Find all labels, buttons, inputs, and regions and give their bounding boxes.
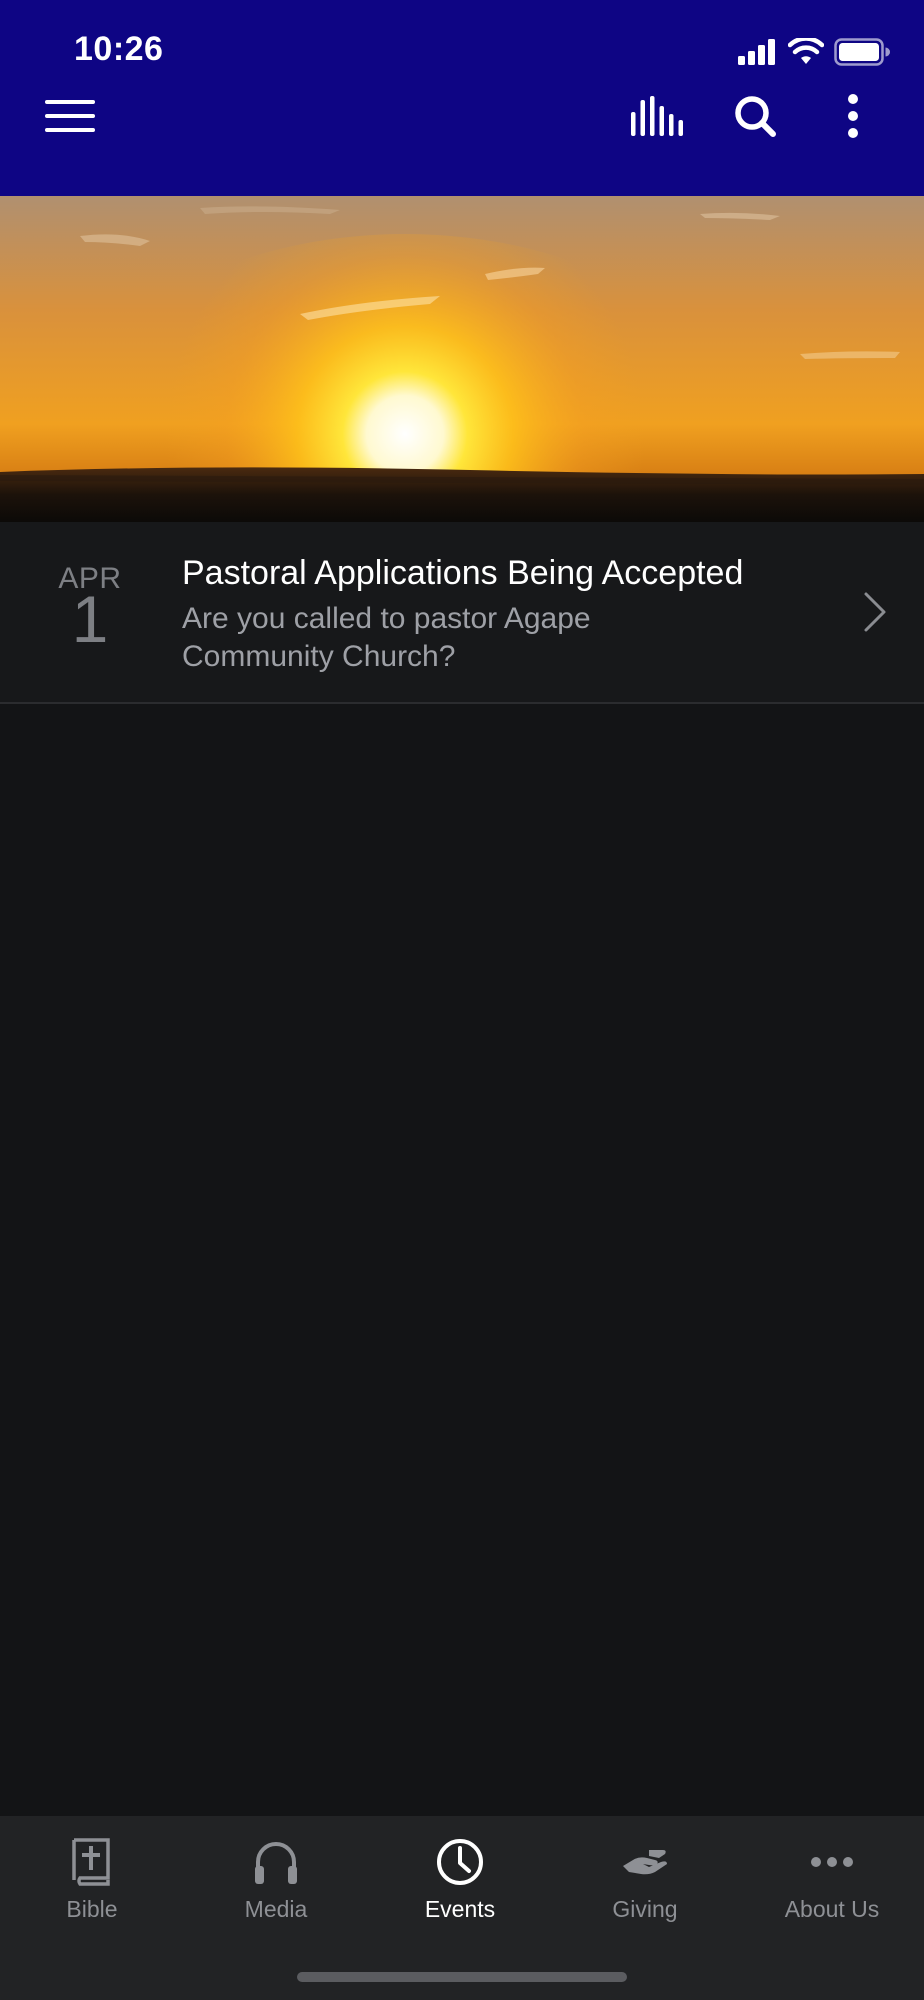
search-button[interactable] [720,81,790,151]
app-header: 10:26 [0,0,924,196]
hero-banner-image [0,196,924,522]
cellular-signal-icon [738,39,775,65]
bible-icon [72,1838,110,1886]
tab-about-us[interactable]: About Us [740,1816,924,1956]
tab-events-label: Events [424,1896,496,1922]
search-icon [735,96,776,137]
chevron-right-icon [864,592,886,632]
tab-media-label: Media [244,1896,308,1922]
home-indicator[interactable] [297,1972,627,1982]
tab-bible-label: Bible [66,1896,118,1922]
more-options-button[interactable] [818,81,888,151]
event-description: Are you called to pastor Agape Community… [182,602,591,673]
tab-giving[interactable]: Giving [553,1816,737,1956]
wifi-icon [788,38,824,64]
status-time: 10:26 [74,30,164,68]
tab-events[interactable]: Events [368,1816,552,1956]
menu-button[interactable] [35,81,105,151]
event-list-item[interactable]: APR 1 Pastoral Applications Being Accept… [0,522,924,704]
event-title: Pastoral Applications Being Accepted [182,554,744,592]
more-vertical-icon [848,94,858,138]
headphones-icon [255,1842,297,1884]
clock-icon [437,1839,483,1885]
status-icons [738,36,890,68]
hamburger-menu-icon [45,100,95,132]
tab-giving-label: Giving [612,1896,678,1922]
tab-about-us-label: About Us [784,1896,880,1922]
event-date-day: 1 [71,582,109,656]
battery-icon [834,38,890,66]
tab-media[interactable]: Media [184,1816,368,1956]
more-horizontal-icon [811,1857,853,1867]
giving-hand-icon [623,1850,667,1875]
tab-bible[interactable]: Bible [0,1816,184,1956]
audio-bars-icon [631,96,683,136]
audio-player-button[interactable] [622,81,692,151]
